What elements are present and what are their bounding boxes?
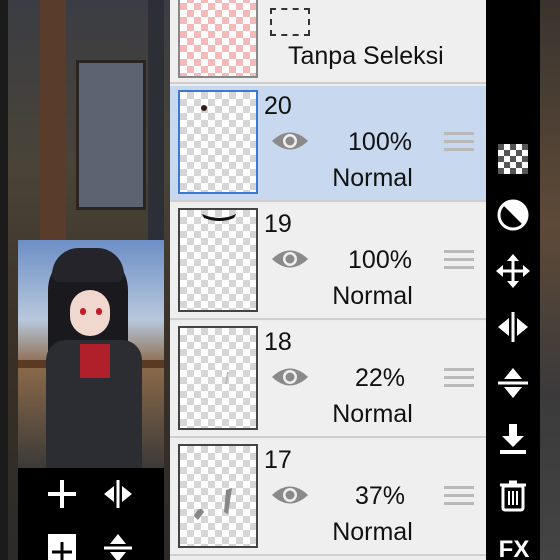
- add-layer-icon[interactable]: [42, 474, 82, 514]
- background-beam: [40, 0, 66, 240]
- merge-down-icon[interactable]: [494, 420, 532, 458]
- layer-thumbnail: [178, 90, 258, 194]
- drag-handle-icon[interactable]: [444, 368, 474, 390]
- selection-thumbnail: [178, 0, 258, 78]
- visibility-eye-icon[interactable]: [270, 364, 310, 390]
- visibility-eye-icon[interactable]: [270, 128, 310, 154]
- canvas-preview-image: [18, 240, 164, 468]
- move-arrows-icon[interactable]: [494, 252, 532, 290]
- background-window: [76, 60, 146, 210]
- layer-blend-mode[interactable]: Normal: [310, 518, 435, 547]
- background-canvas-edge: [540, 0, 560, 560]
- layer-thumbnail: [178, 208, 258, 312]
- layer-blend-mode[interactable]: Normal: [310, 400, 435, 429]
- flip-horizontal-icon[interactable]: [98, 474, 138, 514]
- layer-row-17[interactable]: 17 37% Normal: [170, 440, 486, 556]
- right-toolbar: FX: [486, 0, 540, 560]
- layer-blend-mode[interactable]: Normal: [310, 164, 435, 193]
- flip-vertical-icon[interactable]: [98, 528, 138, 560]
- selection-layer[interactable]: Tanpa Seleksi: [170, 0, 486, 84]
- visibility-eye-icon[interactable]: [270, 246, 310, 272]
- preview-hat: [52, 248, 124, 282]
- preview-eye: [96, 308, 102, 315]
- layer-number: 17: [264, 446, 292, 474]
- checker-icon[interactable]: [494, 138, 532, 176]
- trash-icon[interactable]: [494, 476, 532, 514]
- drag-handle-icon[interactable]: [444, 486, 474, 508]
- preview-face: [70, 290, 110, 336]
- circle-half-icon[interactable]: [494, 196, 532, 234]
- layer-panel: Tanpa Seleksi 20 100% Normal 19 100% Nor…: [170, 0, 486, 560]
- background-pillar: [148, 0, 164, 240]
- left-toolbar: [18, 468, 164, 560]
- flip-horizontal-icon[interactable]: [494, 308, 532, 346]
- layer-thumbnail: [178, 326, 258, 430]
- layer-opacity[interactable]: 22%: [330, 364, 430, 393]
- selection-label: Tanpa Seleksi: [288, 42, 444, 70]
- visibility-eye-icon[interactable]: [270, 482, 310, 508]
- add-copy-icon[interactable]: [42, 528, 82, 560]
- layer-number: 18: [264, 328, 292, 356]
- layer-opacity[interactable]: 37%: [330, 482, 430, 511]
- layer-opacity[interactable]: 100%: [330, 128, 430, 157]
- preview-eye: [80, 308, 86, 315]
- layer-row-20[interactable]: 20 100% Normal: [170, 86, 486, 202]
- layer-blend-mode[interactable]: Normal: [310, 282, 435, 311]
- layer-row-19[interactable]: 19 100% Normal: [170, 204, 486, 320]
- flip-vertical-icon[interactable]: [494, 364, 532, 402]
- fx-button[interactable]: FX: [494, 536, 534, 560]
- selection-dashed-icon: [270, 8, 310, 36]
- preview-tie: [80, 344, 110, 378]
- drag-handle-icon[interactable]: [444, 132, 474, 154]
- layer-number: 19: [264, 210, 292, 238]
- drag-handle-icon[interactable]: [444, 250, 474, 272]
- layer-number: 20: [264, 92, 292, 120]
- layer-opacity[interactable]: 100%: [330, 246, 430, 275]
- layer-row-18[interactable]: 18 22% Normal: [170, 322, 486, 438]
- layer-thumbnail: [178, 444, 258, 548]
- screen-edge: [0, 0, 8, 560]
